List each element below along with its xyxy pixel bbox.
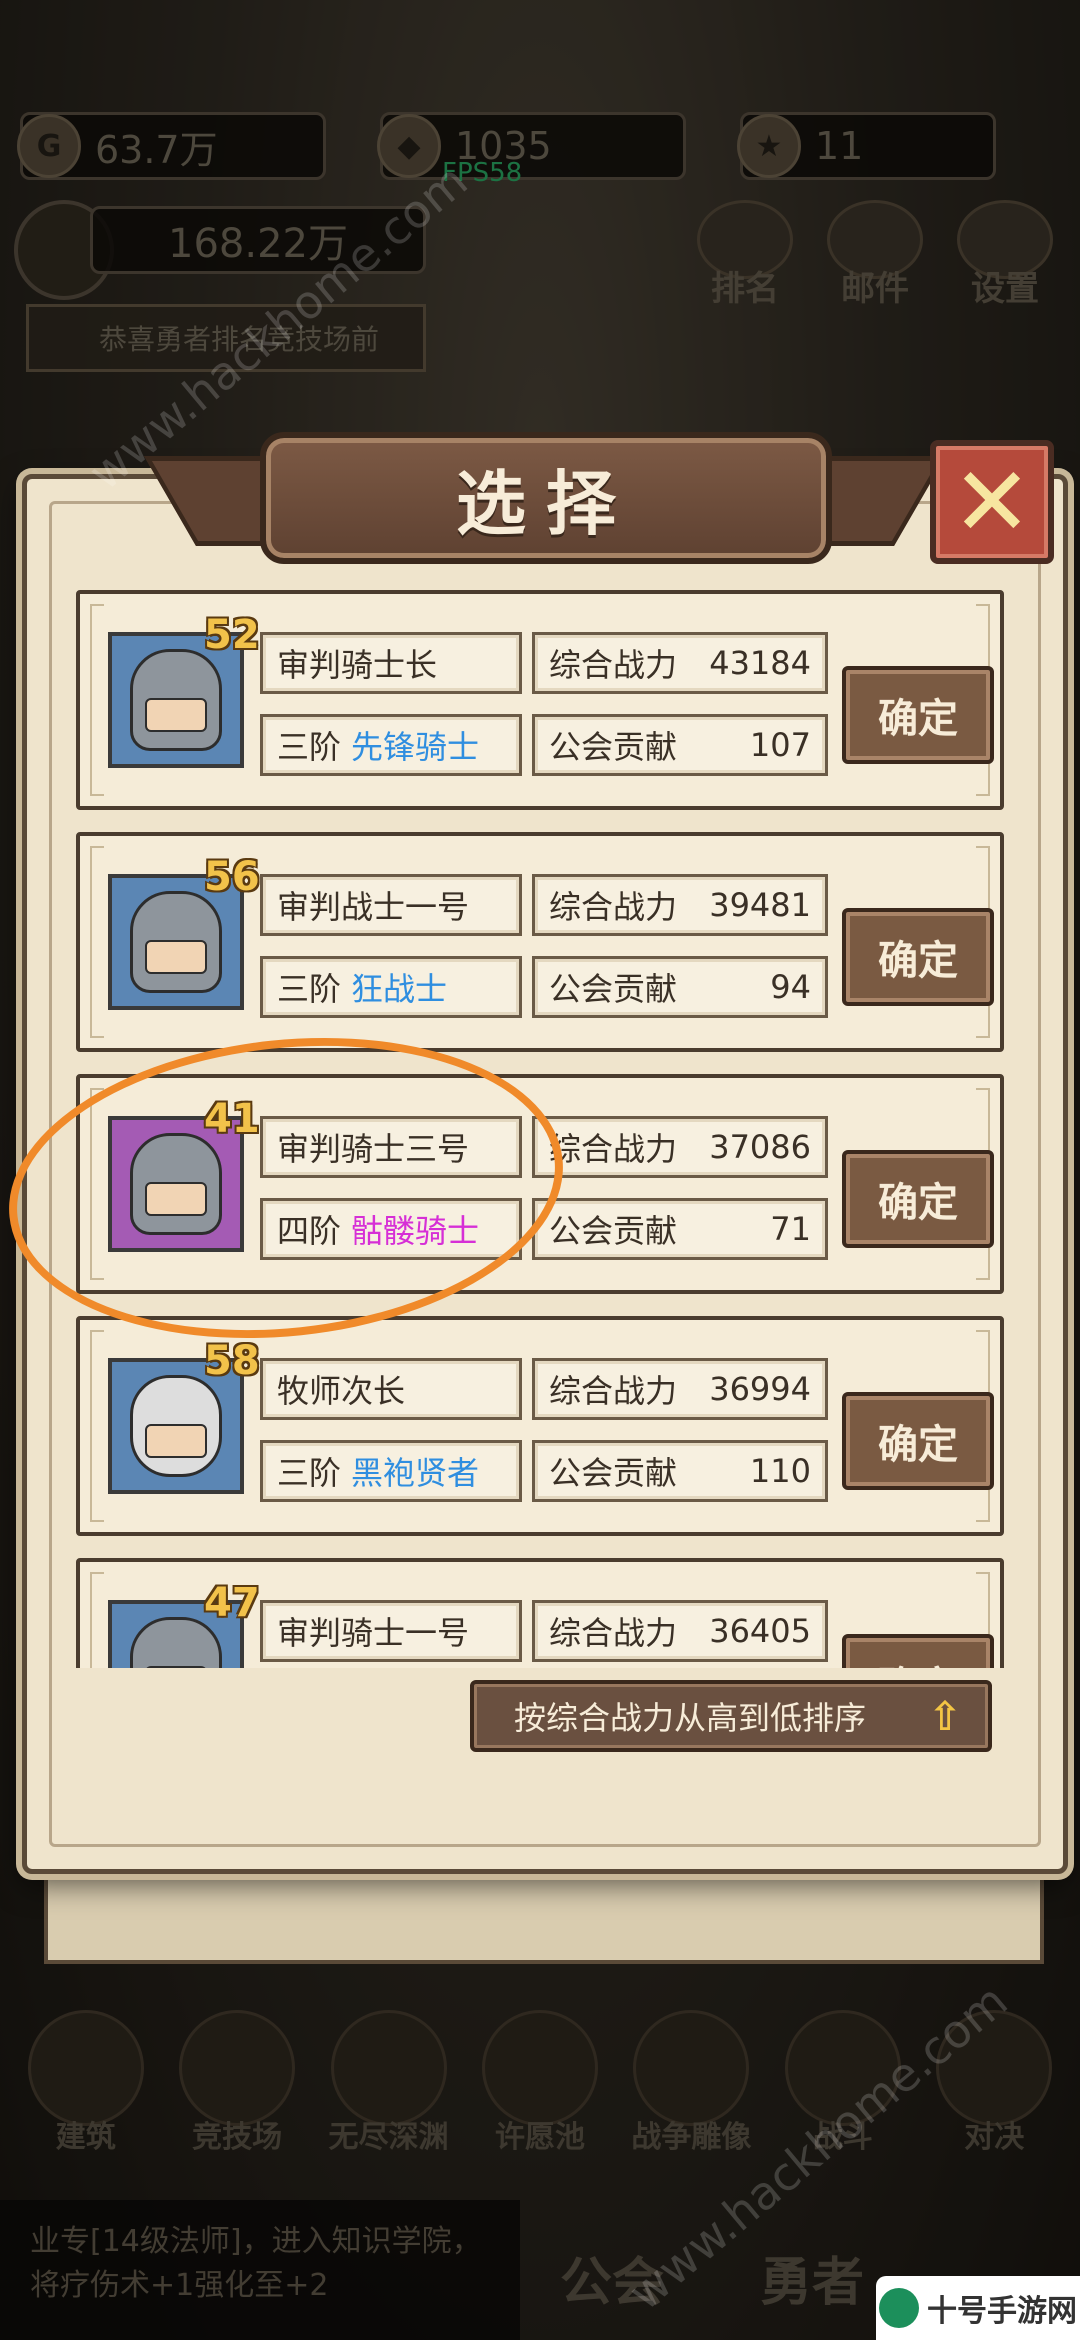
contribution-value: 94 <box>770 968 811 1006</box>
hero-row: 58 牧师次长 三阶 黑袍贤者 综合战力 36994 公会贡献 110 确定 <box>76 1316 1004 1536</box>
confirm-button[interactable]: 确定 <box>842 908 994 1006</box>
power-label: 综合战力 <box>549 1614 678 1652</box>
hero-class-field: 三阶 黑袍贤者 <box>260 1440 522 1502</box>
hero-level: 47 <box>204 1580 260 1626</box>
contribution-field: 公会贡献 71 <box>532 1198 828 1260</box>
power-label: 综合战力 <box>549 646 678 684</box>
contribution-label: 公会贡献 <box>549 1454 678 1492</box>
power-field: 综合战力 39481 <box>532 874 828 936</box>
power-field: 综合战力 36994 <box>532 1358 828 1420</box>
dialog-title-banner: 选择 <box>260 432 832 564</box>
hero-tier: 三阶 <box>277 1454 342 1492</box>
confirm-label: 确定 <box>878 938 958 984</box>
close-button[interactable]: ✕ <box>930 440 1054 564</box>
row-ornament <box>90 604 104 796</box>
hero-class: 黑袍贤者 <box>351 1454 480 1492</box>
hero-tier: 三阶 <box>277 970 342 1008</box>
power-label: 综合战力 <box>549 888 678 926</box>
hero-row: 41 审判骑士三号 四阶 骷髅骑士 综合战力 37086 公会贡献 71 确定 <box>76 1074 1004 1294</box>
hero-face-icon <box>130 1375 222 1477</box>
hero-class: 狂战士 <box>351 970 448 1008</box>
confirm-label: 确定 <box>878 1180 958 1226</box>
hero-class: 骷髅骑士 <box>351 1212 480 1250</box>
brand-logo-icon <box>879 2288 919 2328</box>
hero-name-field: 审判战士一号 <box>260 874 522 936</box>
power-value: 36994 <box>709 1370 811 1408</box>
hero-face-icon <box>130 649 222 751</box>
hero-class: 先锋骑士 <box>351 728 480 766</box>
confirm-button[interactable]: 确定 <box>842 666 994 764</box>
hero-name: 审判骑士长 <box>277 646 438 684</box>
sort-label: 按综合战力从高到低排序 <box>514 1699 867 1737</box>
contribution-value: 110 <box>749 1452 811 1490</box>
hero-class-field: 三阶 狂战士 <box>260 956 522 1018</box>
hero-name: 审判骑士一号 <box>277 1614 470 1652</box>
contribution-label: 公会贡献 <box>549 728 678 766</box>
confirm-button[interactable]: 确定 <box>842 1634 994 1668</box>
hero-face-icon <box>130 1133 222 1235</box>
power-field: 综合战力 43184 <box>532 632 828 694</box>
hero-row: 52 审判骑士长 三阶 先锋骑士 综合战力 43184 公会贡献 107 确定 <box>76 590 1004 810</box>
brand-label: 十号手游网 <box>927 2294 1077 2329</box>
contribution-label: 公会贡献 <box>549 970 678 1008</box>
hero-face-icon <box>130 891 222 993</box>
confirm-button[interactable]: 确定 <box>842 1150 994 1248</box>
hero-level: 56 <box>204 854 260 900</box>
row-ornament <box>90 846 104 1038</box>
power-value: 39481 <box>709 886 811 924</box>
hero-level: 41 <box>204 1096 260 1142</box>
contribution-field: 公会贡献 107 <box>532 714 828 776</box>
hero-tier: 四阶 <box>277 1212 342 1250</box>
hero-list[interactable]: 52 审判骑士长 三阶 先锋骑士 综合战力 43184 公会贡献 107 确定 … <box>76 590 1006 1668</box>
hero-row: 47 审判骑士一号 综合战力 36405 公会贡献 确定 <box>76 1558 1004 1668</box>
power-label: 综合战力 <box>549 1372 678 1410</box>
row-ornament <box>90 1330 104 1522</box>
power-value: 36405 <box>709 1612 811 1650</box>
contribution-field: 公会贡献 94 <box>532 956 828 1018</box>
hero-name: 审判战士一号 <box>277 888 470 926</box>
sort-button[interactable]: 按综合战力从高到低排序 ⇧ <box>470 1680 992 1752</box>
hero-class-field: 四阶 骷髅骑士 <box>260 1198 522 1260</box>
hero-name-field: 审判骑士一号 <box>260 1600 522 1662</box>
power-value: 43184 <box>709 644 811 682</box>
hero-name-field: 牧师次长 <box>260 1358 522 1420</box>
power-label: 综合战力 <box>549 1130 678 1168</box>
confirm-label: 确定 <box>878 1654 958 1668</box>
close-icon: ✕ <box>951 446 1033 558</box>
confirm-button[interactable]: 确定 <box>842 1392 994 1490</box>
hero-level: 58 <box>204 1338 260 1384</box>
hero-level: 52 <box>204 612 260 658</box>
hero-name-field: 审判骑士长 <box>260 632 522 694</box>
power-field: 综合战力 37086 <box>532 1116 828 1178</box>
hero-name: 审判骑士三号 <box>277 1130 470 1168</box>
power-value: 37086 <box>709 1128 811 1166</box>
contribution-value: 107 <box>749 726 811 764</box>
row-ornament <box>90 1572 104 1668</box>
power-field: 综合战力 36405 <box>532 1600 828 1662</box>
brand-badge: 十号手游网 <box>876 2276 1080 2340</box>
hero-row: 56 审判战士一号 三阶 狂战士 综合战力 39481 公会贡献 94 确定 <box>76 832 1004 1052</box>
sort-arrow-icon: ⇧ <box>928 1694 962 1740</box>
dialog-title: 选择 <box>456 462 636 545</box>
confirm-label: 确定 <box>878 1422 958 1468</box>
contribution-value: 71 <box>770 1210 811 1248</box>
hero-class-field: 三阶 先锋骑士 <box>260 714 522 776</box>
contribution-label: 公会贡献 <box>549 1212 678 1250</box>
contribution-field: 公会贡献 110 <box>532 1440 828 1502</box>
row-ornament <box>90 1088 104 1280</box>
hero-tier: 三阶 <box>277 728 342 766</box>
hero-name-field: 审判骑士三号 <box>260 1116 522 1178</box>
confirm-label: 确定 <box>878 696 958 742</box>
hero-name: 牧师次长 <box>277 1372 406 1410</box>
